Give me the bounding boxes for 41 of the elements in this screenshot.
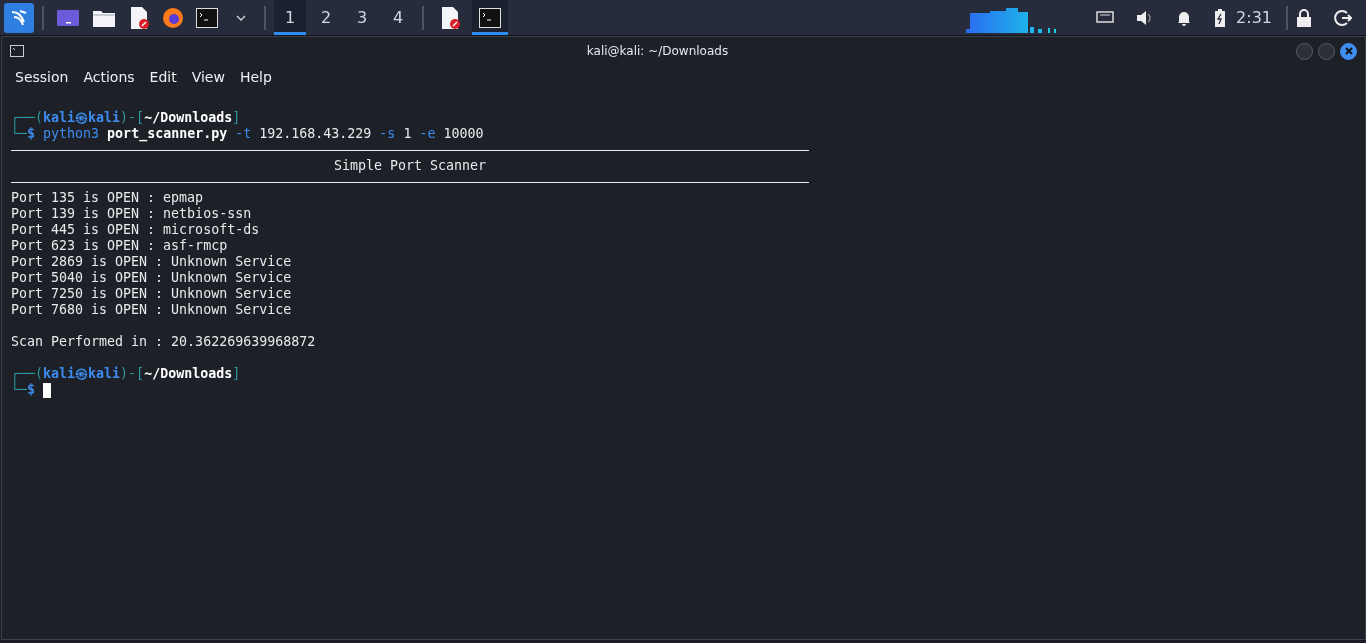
output-line: Port 2869 is OPEN : Unknown Service [11,254,292,270]
battery-icon[interactable] [1214,8,1227,27]
workspace-tab[interactable]: 4 [382,0,414,35]
menu-item[interactable]: Edit [142,67,185,87]
terminal-icon[interactable] [479,7,501,28]
menu-item[interactable]: Session [8,67,77,87]
terminal-icon[interactable] [196,7,218,28]
output-line: Scan Performed in : 20.362269639968872 [11,334,316,350]
workspace-tab[interactable]: 1 [274,0,306,35]
output-line: Port 135 is OPEN : epmap [11,190,204,206]
close-button[interactable] [1340,42,1357,60]
close-icon [1344,47,1353,55]
output-line: Port 5040 is OPEN : Unknown Service [11,270,292,286]
terminal-icon [10,45,24,57]
output-line: Port 445 is OPEN : microsoft-ds [11,222,260,238]
desktop-icon[interactable] [56,7,80,28]
menu-item[interactable]: View [184,67,233,87]
workspace-tab[interactable]: 3 [346,0,378,35]
workspace-tab[interactable]: 2 [310,0,342,35]
network-icon[interactable] [1096,10,1115,25]
app-menu-button[interactable] [4,2,34,33]
bell-icon[interactable] [1176,9,1193,26]
banner-title: Simple Port Scanner [332,158,488,174]
prompt-line: ┌──(kali㉿kali)-[~/Downloads] [11,110,241,126]
window-title: kali@kali: ~/Downloads [585,44,730,58]
browser-icon[interactable] [162,6,184,29]
text-cursor [43,382,52,398]
output-line: Port 139 is OPEN : netbios-ssn [11,206,252,222]
prompt-symbol: └─$ [11,382,36,398]
output-line: Port 7250 is OPEN : Unknown Service [11,286,292,302]
lock-icon[interactable] [1296,8,1312,27]
clock[interactable]: 2:31 [1230,8,1278,27]
prompt-line: ┌──(kali㉿kali)-[~/Downloads] [11,366,241,382]
menu-item[interactable]: Help [232,67,280,87]
command-line: └─$ python3 port_scanner.py -t 192.168.43.229 -s 1 -e 10000 [11,126,484,142]
document-icon[interactable] [128,5,150,30]
logout-icon[interactable] [1334,8,1352,27]
menu-item[interactable]: Actions [76,67,143,87]
document-icon[interactable] [439,5,461,30]
output-line: Port 7680 is OPEN : Unknown Service [11,302,292,318]
output-line: Port 623 is OPEN : asf-rmcp [11,238,228,254]
